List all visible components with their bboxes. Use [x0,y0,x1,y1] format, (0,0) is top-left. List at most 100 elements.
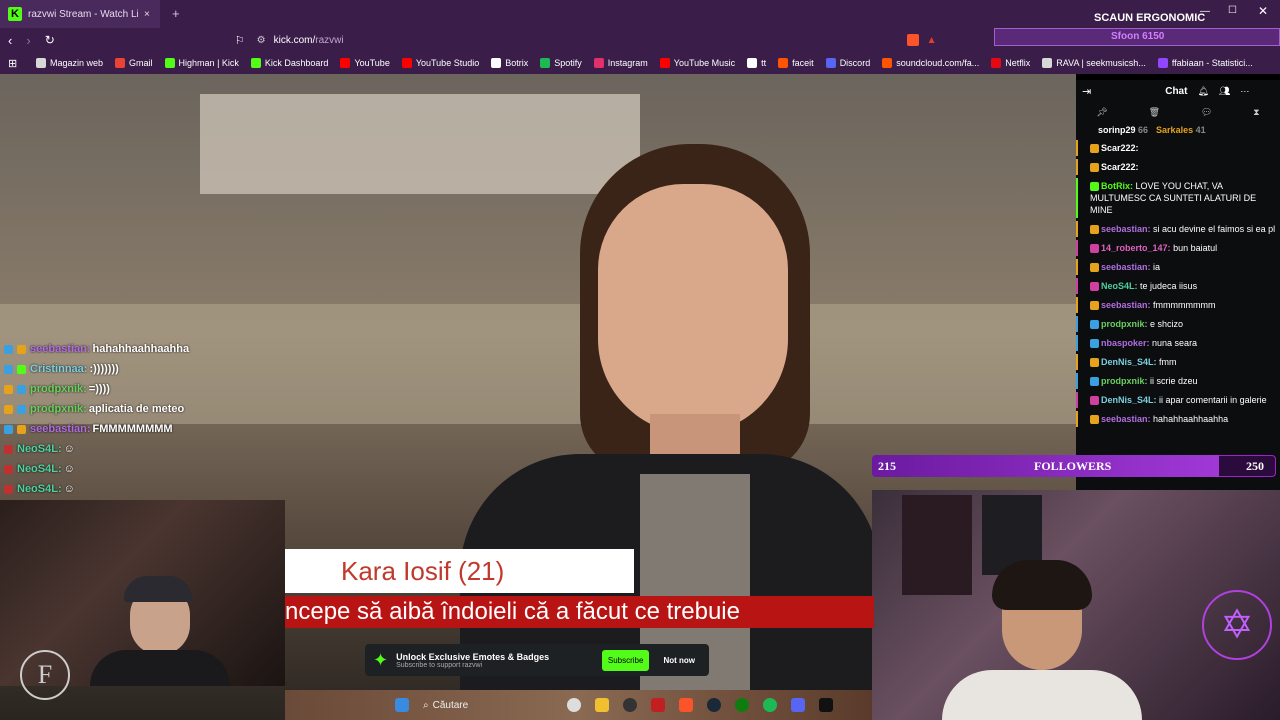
brave-shield-icon[interactable] [906,34,919,46]
bookmark-item[interactable]: YouTube Studio [401,58,480,68]
chat-username[interactable]: DenNis_S4L: [1101,395,1157,405]
chat-message[interactable]: prodpxnik: ii scrie dzeu [1076,373,1280,389]
bookmark-item[interactable]: Netflix [991,58,1030,68]
capcut-icon[interactable] [819,698,833,712]
bookmark-item[interactable]: Instagram [593,58,648,68]
chat-username[interactable]: NeoS4L: [1101,281,1138,291]
chat-username[interactable]: Scar222: [1101,143,1139,153]
chat-message[interactable]: seebastian: si acu devine el faimos si e… [1076,221,1280,237]
chat-username[interactable]: seebastian: [1101,224,1151,234]
bookmark-item[interactable]: soundcloud.com/fa... [882,58,979,68]
cam-logo-icon: F [20,650,70,700]
bookmark-label: YouTube Music [673,58,736,68]
chat-message-list[interactable]: Scar222: Scar222: BotRix: LOVE YOU CHAT,… [1076,140,1280,427]
chat-message[interactable]: seebastian: fmmmmmmmm [1076,297,1280,313]
bookmark-item[interactable]: tt [747,58,766,68]
bookmark-icon [250,58,261,68]
chat-username[interactable]: 14_roberto_147: [1101,243,1171,253]
bookmark-item[interactable]: Kick Dashboard [250,58,328,68]
overlay-user: NeoS4L: [17,463,62,475]
windows-start-icon[interactable] [395,698,409,712]
chat-username[interactable]: prodpxnik: [1101,376,1148,386]
chat-message[interactable]: seebastian: hahahhaahhaahha [1076,411,1280,427]
overlay-msg: prodpxnik: =)))) [4,383,110,395]
sparkle-icon: ✦ [373,649,389,670]
chat-username[interactable]: seebastian: [1101,414,1151,424]
window-close-icon[interactable]: ✕ [1258,4,1268,18]
bookmark-item[interactable]: YouTube Music [659,58,736,68]
minimize-icon[interactable]: — [1200,6,1210,17]
chat-username[interactable]: nbaspoker: [1101,338,1150,348]
overlay-text: =)))) [88,383,110,395]
bookmark-icon [882,58,893,68]
chat-message[interactable]: seebastian: ia [1076,259,1280,275]
bookmark-item[interactable]: RAVA | seekmusicsh... [1042,58,1146,68]
bookmark-item[interactable]: Discord [825,58,870,68]
bookmark-item[interactable]: Botrix [491,58,528,68]
overlay-msg: NeoS4L: ☺ [4,463,75,475]
tab-bar: K razvwi Stream - Watch Live o × + SCAUN… [0,0,1280,28]
taskbar-search[interactable]: ⌕ Căutare [423,700,553,711]
chat-message[interactable]: BotRix: LOVE YOU CHAT, VA MULTUMESC CA S… [1076,178,1280,218]
users-icon[interactable]: 👥︎ [1219,86,1230,97]
chat-badge-icon [1090,396,1099,406]
hourglass-icon[interactable]: ⧗ [1253,107,1259,118]
chat-username[interactable]: seebastian: [1101,262,1151,272]
overlay-text: aplicatia de meteo [88,403,185,415]
bookmark-item[interactable]: Magazin web [36,58,103,68]
url-field[interactable]: ⚙ kick.com/razvwi [257,30,937,50]
warning-icon[interactable]: ▲ [927,35,937,46]
task-view-icon[interactable] [567,698,581,712]
trash-icon[interactable]: 🗑︎ [1149,107,1160,118]
chat-username[interactable]: BotRix: [1101,181,1133,191]
bookmark-item[interactable]: Spotify [540,58,582,68]
close-icon[interactable]: × [144,9,150,20]
steam-icon[interactable] [707,698,721,712]
bell-icon[interactable]: 🔔︎ [1197,86,1208,97]
chat-message[interactable]: NeoS4L: te judeca iisus [1076,278,1280,294]
not-now-button[interactable]: Not now [657,650,701,671]
bookmark-label: YouTube Studio [415,58,480,68]
discord-icon[interactable] [791,698,805,712]
file-explorer-icon[interactable] [595,698,609,712]
chat-username[interactable]: DenNis_S4L: [1101,357,1157,367]
bookmark-item[interactable]: YouTube [340,58,390,68]
chat-username[interactable]: seebastian: [1101,300,1151,310]
app-icon[interactable] [651,698,665,712]
subscribe-button[interactable]: Subscribe [601,649,650,671]
chat-message[interactable]: Scar222: [1076,140,1280,156]
back-icon[interactable]: ‹ [8,33,12,48]
spotify-icon[interactable] [763,698,777,712]
apps-grid-icon[interactable]: ⊞ [8,57,17,70]
settings-icon[interactable]: ⋯ [1240,86,1249,97]
bookmark-item[interactable]: Gmail [115,58,153,68]
chat-message[interactable]: DenNis_S4L: fmm [1076,354,1280,370]
chat-message[interactable]: Scar222: [1076,159,1280,175]
reload-icon[interactable]: ↻ [45,33,55,47]
browser-tab[interactable]: K razvwi Stream - Watch Live o × [0,0,160,28]
chat-username[interactable]: prodpxnik: [1101,319,1148,329]
obs-icon[interactable] [623,698,637,712]
overlay-text: hahahhaahhaahha [92,343,190,355]
chat-message[interactable]: nbaspoker: nuna seara [1076,335,1280,351]
pin-icon[interactable]: 📌︎ [1096,107,1107,118]
chat-message[interactable]: prodpxnik: e shcizo [1076,316,1280,332]
xbox-icon[interactable] [735,698,749,712]
chat-username[interactable]: Scar222: [1101,162,1139,172]
bookmark-icon[interactable]: ⚐ [235,34,245,47]
forward-icon[interactable]: › [26,33,30,48]
chat-message[interactable]: 14_roberto_147: bun baiatul [1076,240,1280,256]
collapse-chat-icon[interactable]: ⇥ [1082,85,1091,98]
message-icon[interactable]: 💬︎ [1201,107,1212,118]
bookmark-item[interactable]: Highman | Kick [164,58,239,68]
chat-message[interactable]: DenNis_S4L: ii apar comentarii in galeri… [1076,392,1280,408]
new-tab-button[interactable]: + [172,6,180,21]
overlay-user: prodpxnik: [30,403,87,415]
bookmark-label: Gmail [129,58,153,68]
brave-icon[interactable] [679,698,693,712]
bookmark-item[interactable]: ffabiaan - Statistici... [1157,58,1253,68]
bookmark-icon [340,58,351,68]
maximize-icon[interactable]: ☐ [1228,5,1237,16]
site-info-icon[interactable]: ⚙ [257,35,266,46]
bookmark-item[interactable]: faceit [778,58,814,68]
